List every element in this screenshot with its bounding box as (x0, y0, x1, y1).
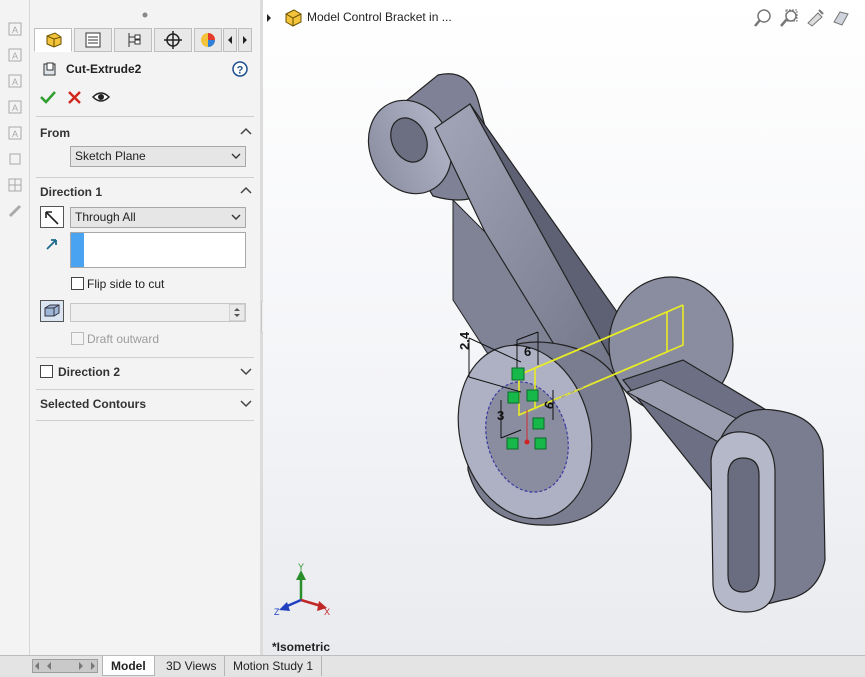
left-toolbar: A A A A A (0, 0, 30, 655)
tab-motion-study-1[interactable]: Motion Study 1 (225, 656, 323, 676)
section-direction-2[interactable]: Direction 2 (58, 365, 254, 379)
triad-z-label: Z (274, 607, 280, 617)
smart-dimension-icon[interactable]: A (6, 20, 24, 38)
draft-outward-label: Draft outward (87, 332, 160, 346)
end-condition-select[interactable]: Through All (70, 207, 246, 228)
tab-scroll-left[interactable] (223, 28, 237, 52)
part-model-viewport[interactable]: 2.4 6 3 6 Y X Z (263, 0, 865, 655)
property-list-icon (85, 32, 101, 48)
property-manager-panel: Cut-Extrude2 ? From Sketch Plane Directi… (30, 0, 260, 655)
dimension-3[interactable]: 3 (497, 408, 504, 423)
cancel-x-icon[interactable] (68, 91, 81, 104)
svg-text:A: A (12, 25, 18, 35)
surface-finish-icon[interactable]: A (6, 124, 24, 142)
graphics-area[interactable]: Model Control Bracket in ... 2.4 6 3 6 Y… (263, 0, 865, 655)
chevron-down-icon[interactable] (240, 397, 252, 409)
sketch-relation-marker (511, 367, 525, 381)
configuration-icon (128, 33, 141, 47)
flip-side-to-cut-label: Flip side to cut (87, 277, 165, 291)
end-condition-value: Through All (75, 210, 136, 224)
draft-outward-checkbox[interactable] (71, 332, 84, 345)
end-loop-slot (727, 457, 760, 593)
direction-2-checkbox[interactable] (40, 365, 53, 378)
cut-extrude-icon (43, 62, 56, 76)
note-icon[interactable]: A (6, 46, 24, 64)
sketch-relation-marker (506, 437, 519, 450)
datum-icon[interactable]: A (6, 98, 24, 116)
tab-3d-views[interactable]: 3D Views (158, 656, 226, 676)
sketch-relation-marker (532, 417, 545, 430)
svg-text:A: A (12, 51, 18, 61)
flip-side-to-cut-checkbox[interactable] (71, 277, 84, 290)
tab-feature-manager[interactable] (34, 28, 72, 52)
chevron-down-icon[interactable] (240, 365, 252, 377)
spin-arrows-icon[interactable] (229, 304, 245, 321)
tab-navigation-arrows-icon[interactable] (33, 660, 97, 672)
section-divider (36, 116, 254, 117)
pattern-icon[interactable] (6, 176, 24, 194)
section-direction-2-title: Direction 2 (58, 365, 121, 379)
svg-text:?: ? (237, 65, 244, 77)
appearance-icon (201, 33, 215, 47)
chevron-right-icon (243, 36, 247, 44)
part-icon (46, 32, 62, 48)
sketch-relation-marker (507, 391, 520, 404)
section-from-title: From (40, 126, 70, 140)
section-selected-contours-title: Selected Contours (40, 397, 147, 411)
block-icon[interactable] (6, 150, 24, 168)
chain-icon[interactable] (6, 202, 24, 220)
tab-scroll-right[interactable] (238, 28, 252, 52)
draft-angle-input[interactable] (70, 303, 246, 322)
tab-dimxpert-manager[interactable] (154, 28, 192, 52)
svg-text:A: A (12, 129, 18, 139)
from-select-value: Sketch Plane (75, 149, 146, 163)
section-divider (36, 357, 254, 358)
view-orientation-label: *Isometric (272, 640, 331, 654)
chevron-up-icon[interactable] (240, 185, 252, 197)
draft-toggle-icon[interactable] (40, 300, 64, 322)
panel-grip-icon[interactable] (140, 10, 150, 20)
preview-eye-icon[interactable] (92, 90, 110, 104)
feature-title: Cut-Extrude2 (66, 62, 142, 76)
section-direction-1[interactable]: Direction 1 (40, 185, 254, 199)
sketch-relation-marker (534, 437, 547, 450)
balloon-icon[interactable]: A (6, 72, 24, 90)
direction-selection-box[interactable] (70, 232, 246, 268)
section-divider (36, 177, 254, 178)
chevron-down-icon (231, 214, 241, 220)
crosshair-icon (164, 31, 182, 49)
section-from[interactable]: From (40, 126, 254, 140)
triad-x-label: X (324, 607, 330, 617)
bottom-tab-bar: Model 3D Views Motion Study 1 (0, 655, 865, 677)
direction-vector-icon (46, 239, 57, 250)
dimension-2-4[interactable]: 2.4 (457, 331, 472, 350)
tab-property-manager[interactable] (74, 28, 112, 52)
svg-text:A: A (12, 77, 18, 87)
ok-checkmark-icon[interactable] (40, 90, 56, 104)
section-divider (36, 420, 254, 421)
tab-model[interactable]: Model (102, 656, 155, 676)
chevron-up-icon[interactable] (240, 126, 252, 138)
triad-y-label: Y (298, 562, 304, 572)
reverse-direction-icon[interactable] (40, 206, 64, 228)
from-start-condition-select[interactable]: Sketch Plane (70, 146, 246, 167)
section-direction-1-title: Direction 1 (40, 185, 103, 199)
svg-text:A: A (12, 103, 18, 113)
dimension-6-top[interactable]: 6 (524, 344, 531, 359)
chevron-down-icon (231, 153, 241, 159)
selection-active-indicator (71, 233, 84, 267)
chevron-left-icon (228, 36, 232, 44)
help-icon[interactable]: ? (232, 61, 248, 77)
tab-configuration-manager[interactable] (114, 28, 152, 52)
tab-display-manager[interactable] (194, 28, 222, 52)
tab-scroll-buttons[interactable] (32, 659, 98, 673)
view-triad[interactable]: Y X Z (274, 562, 330, 617)
property-manager-tabs (30, 26, 260, 54)
section-divider (36, 389, 254, 390)
section-selected-contours[interactable]: Selected Contours (40, 397, 254, 411)
sketch-relation-marker (526, 389, 539, 402)
